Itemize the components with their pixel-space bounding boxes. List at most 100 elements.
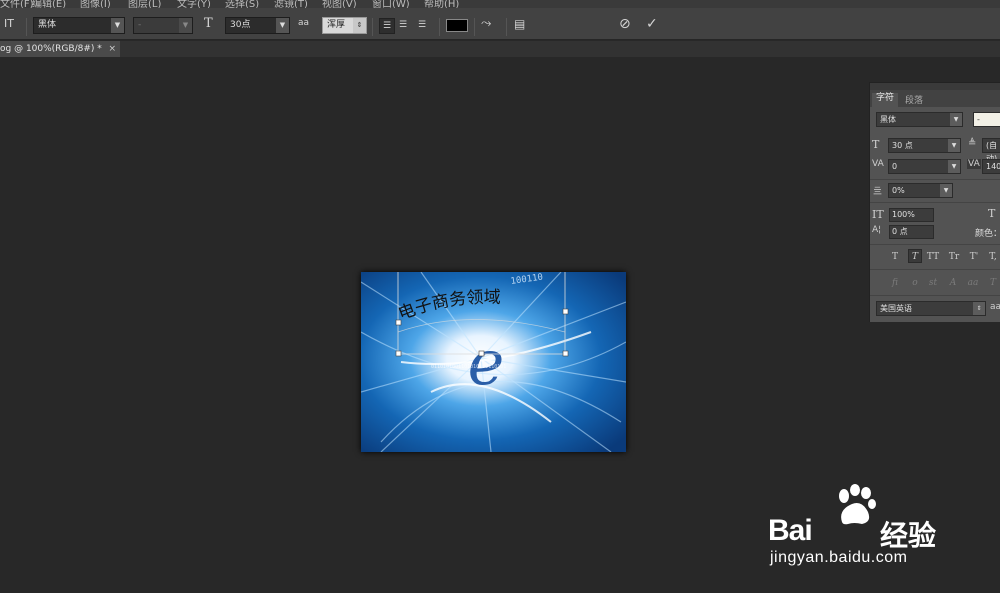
font-family-dropdown[interactable]: 黑体 ▼ [33,17,125,34]
menu-select[interactable]: 选择(S) [225,0,259,8]
tsume-icon: 亖 [873,187,883,197]
font-style-dropdown[interactable]: - ▼ [133,17,193,34]
close-icon[interactable]: × [108,41,116,57]
font-size-dropdown[interactable]: 30点 ▼ [225,17,290,34]
kerning-icon: VA [872,159,884,169]
divider [870,244,1000,245]
options-bar: IT 黑体 ▼ - ▼ T 30点 ▼ aa 浑厚 ⇕ ☰ ☰ ☰ ⤳ ▤ ⊘ … [0,8,1000,40]
scale-value: 0% [892,186,905,195]
horizontal-scale-icon: T [988,207,996,220]
font-size-icon: T [204,16,213,31]
faux-italic-button[interactable]: T [908,249,922,263]
chevron-down-icon: ▼ [940,184,952,197]
tab-paragraph[interactable]: 段落 [905,93,923,106]
old-style-button[interactable]: o [908,278,922,290]
align-left-icon[interactable]: ☰ [379,18,395,34]
panel-font-family-dropdown[interactable]: 黑体 ▼ [876,112,963,127]
watermark-brand-cn: 经验 [880,519,937,552]
kerning-value: 0 [892,162,898,171]
e-logo: e [468,326,505,399]
menu-edit[interactable]: 编辑(E) [32,0,66,8]
font-style-value: - [138,20,142,30]
kerning-dropdown[interactable]: 0 ▼ [888,159,961,174]
all-caps-button[interactable]: TT [926,250,940,264]
align-right-icon[interactable]: ☰ [418,18,426,32]
menu-file[interactable]: 文件(F) [0,0,34,8]
tracking-icon: VA [967,159,981,169]
panel-font-style-value: - [977,115,980,124]
divider [439,18,440,36]
anti-alias-icon: aa [990,302,1000,312]
swash-button[interactable]: A [946,278,960,290]
chevron-down-icon: ▼ [179,18,192,33]
language-value: 美国英语 [880,304,912,313]
tab-character[interactable]: 字符 [872,93,899,107]
chevron-updown-icon: ⇕ [973,302,985,315]
panel-font-style-dropdown[interactable]: - [973,112,1000,127]
scale-dropdown[interactable]: 0% ▼ [888,183,953,198]
anti-alias-dropdown[interactable]: 浑厚 ⇕ [322,17,367,34]
tracking-value: 140 [986,162,1000,171]
font-family-value: 黑体 [38,20,57,30]
tracking-dropdown[interactable]: 140 [982,159,1000,174]
baseline-shift-field[interactable]: 0 点 [889,225,934,239]
document-tab[interactable]: og @ 100%(RGB/8#) * × [0,41,120,57]
chevron-down-icon: ▼ [276,18,289,33]
menu-image[interactable]: 图像(I) [80,0,111,8]
chevron-down-icon: ▼ [948,160,960,173]
text-orientation-icon[interactable]: IT [4,17,14,30]
font-size-icon: T [872,138,880,151]
baidu-watermark: Bai 经验 jingyan.baidu.com [768,484,988,574]
ligature-button[interactable]: fi [888,278,902,290]
menu-window[interactable]: 窗口(W) [372,0,410,8]
baseline-shift-icon: A¦ [872,225,882,235]
stylistic-alternates-button[interactable]: aa [966,278,980,290]
anti-alias-value: 浑厚 [327,20,346,30]
divider [474,18,475,36]
panel-font-family-value: 黑体 [880,115,896,124]
color-fill [447,20,467,31]
panel-tabs: 字符 段落 [870,90,1000,107]
menu-help[interactable]: 帮助(H) [424,0,459,8]
menu-bar: 文件(F) 编辑(E) 图像(I) 图层(L) 文字(Y) 选择(S) 滤镜(T… [0,0,1000,8]
text-color-swatch[interactable] [446,19,468,32]
align-center-icon[interactable]: ☰ [399,18,407,32]
superscript-button[interactable]: T' [967,250,981,264]
character-panel: 字符 段落 黑体 ▼ - T 30 点 ▼ ≜ (自动) VA 0 ▼ VA 1… [869,82,1000,322]
subscript-button[interactable]: T, [986,250,1000,264]
divider [870,295,1000,296]
cancel-icon[interactable]: ⊘ [619,16,631,32]
document-tab-bar: og @ 100%(RGB/8#) * × [0,41,1000,57]
menu-filter[interactable]: 滤镜(T) [274,0,308,8]
paw-icon [839,484,876,525]
discretionary-ligature-button[interactable]: st [926,278,940,290]
menu-layer[interactable]: 图层(L) [128,0,161,8]
panel-header [870,83,1000,90]
small-caps-button[interactable]: Tr [947,250,961,264]
menu-type[interactable]: 文字(Y) [177,0,211,8]
titling-button[interactable]: T [986,278,1000,290]
chevron-down-icon: ▼ [950,113,962,126]
vertical-scale-field[interactable]: 100% [889,208,934,222]
panel-font-size-dropdown[interactable]: 30 点 ▼ [888,138,961,153]
divider [870,269,1000,270]
divider [26,18,27,36]
document-canvas[interactable]: e 100110 0110101001101010100110101 电子商务领… [361,272,626,452]
anti-alias-icon: aa [298,18,310,28]
document-artwork: e 100110 0110101001101010100110101 电子商务领… [361,272,626,452]
faux-bold-button[interactable]: T [888,250,902,264]
vertical-scale-icon: IT [872,208,884,221]
chevron-updown-icon: ⇕ [353,18,366,33]
menu-view[interactable]: 视图(V) [322,0,357,8]
panels-toggle-icon[interactable]: ▤ [514,17,525,31]
chevron-down-icon: ▼ [948,139,960,152]
color-label: 颜色： [975,229,1000,239]
language-dropdown[interactable]: 美国英语 ⇕ [876,301,986,316]
divider [870,202,1000,203]
divider [372,18,373,36]
document-tab-title: og @ 100%(RGB/8#) * [0,44,102,54]
leading-dropdown[interactable]: (自动) [982,138,1000,163]
commit-icon[interactable]: ✓ [646,16,658,32]
font-size-value: 30点 [230,20,251,30]
warp-text-icon[interactable]: ⤳ [481,16,491,31]
